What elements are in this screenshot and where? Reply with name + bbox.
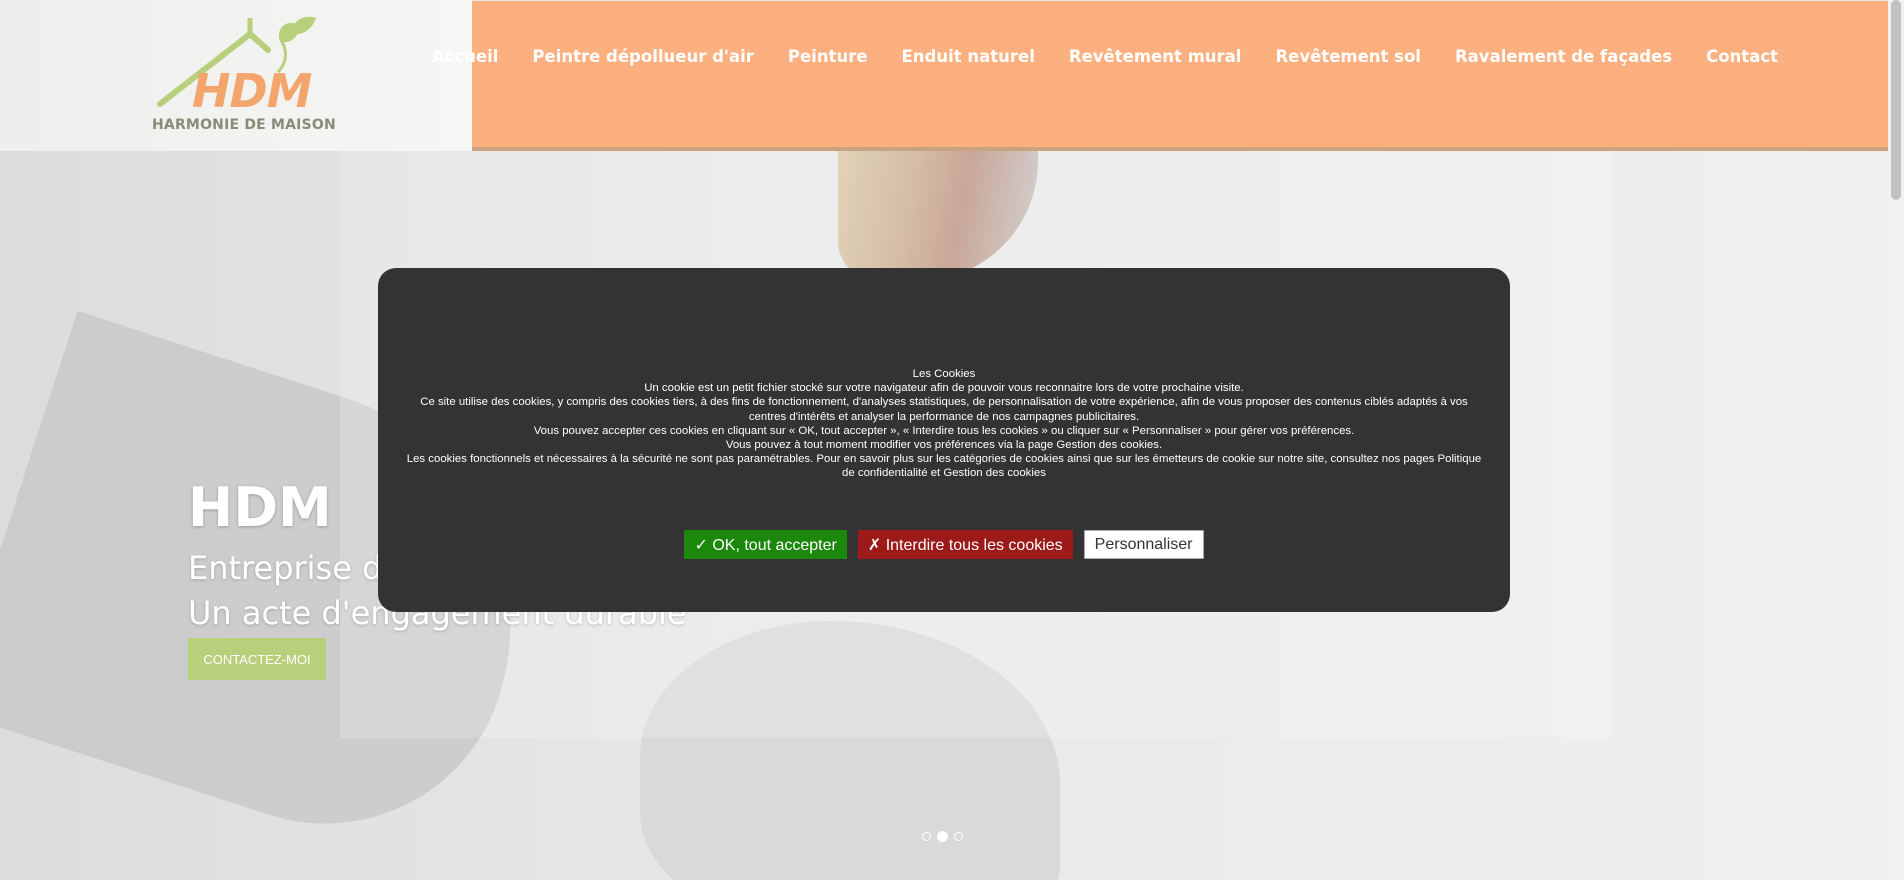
- slider-dots: [922, 831, 963, 842]
- nav-item-accueil[interactable]: Accueil: [432, 47, 499, 66]
- nav-item-contact[interactable]: Contact: [1706, 47, 1778, 66]
- logo-brand-text: HDM: [192, 64, 312, 118]
- nav-item-peintre-depollueur[interactable]: Peintre dépollueur d'air: [532, 47, 753, 66]
- nav-item-enduit-naturel[interactable]: Enduit naturel: [902, 47, 1035, 66]
- cookie-line-1: Un cookie est un petit fichier stocké su…: [644, 382, 1244, 395]
- customize-cookies-button[interactable]: Personnaliser: [1083, 530, 1204, 559]
- logo-area: HDM HARMONIE DE MAISON: [0, 0, 472, 151]
- slider-dot-2[interactable]: [937, 831, 948, 842]
- cookie-line-2: Ce site utilise des cookies, y compris d…: [420, 396, 1468, 423]
- site-header: HDM HARMONIE DE MAISON Accueil Peintre d…: [0, 0, 1888, 151]
- cookie-line-3: Vous pouvez accepter ces cookies en cliq…: [533, 424, 1355, 437]
- logo-tagline: HARMONIE DE MAISON: [152, 117, 336, 133]
- main-nav: Accueil Peintre dépollueur d'air Peintur…: [432, 1, 1888, 151]
- cookie-line-5: Les cookies fonctionnels et nécessaires …: [406, 453, 1482, 480]
- contact-me-button[interactable]: CONTACTEZ-MOI: [188, 638, 326, 680]
- nav-item-revetement-sol[interactable]: Revêtement sol: [1275, 47, 1421, 66]
- nav-item-revetement-mural[interactable]: Revêtement mural: [1069, 47, 1242, 66]
- nav-item-ravalement[interactable]: Ravalement de façades: [1455, 47, 1672, 66]
- scrollbar-thumb[interactable]: [1891, 0, 1901, 200]
- cookie-consent-text: Les Cookies Un cookie est un petit fichi…: [402, 367, 1486, 481]
- hero-title: HDM: [188, 476, 332, 539]
- slider-dot-1[interactable]: [922, 832, 931, 841]
- accept-all-cookies-button[interactable]: ✓ OK, tout accepter: [684, 530, 847, 559]
- cookie-title: Les Cookies: [912, 368, 976, 380]
- slider-dot-3[interactable]: [954, 832, 963, 841]
- logo[interactable]: HDM HARMONIE DE MAISON: [150, 12, 336, 137]
- deny-all-cookies-button[interactable]: ✗ Interdire tous les cookies: [857, 530, 1073, 559]
- cookie-consent-dialog: Les Cookies Un cookie est un petit fichi…: [378, 268, 1510, 612]
- cookie-button-row: ✓ OK, tout accepter ✗ Interdire tous les…: [378, 530, 1510, 559]
- page-scrollbar[interactable]: [1888, 0, 1904, 880]
- nav-item-peinture[interactable]: Peinture: [788, 47, 868, 66]
- cookie-line-4: Vous pouvez à tout moment modifier vos p…: [725, 439, 1163, 452]
